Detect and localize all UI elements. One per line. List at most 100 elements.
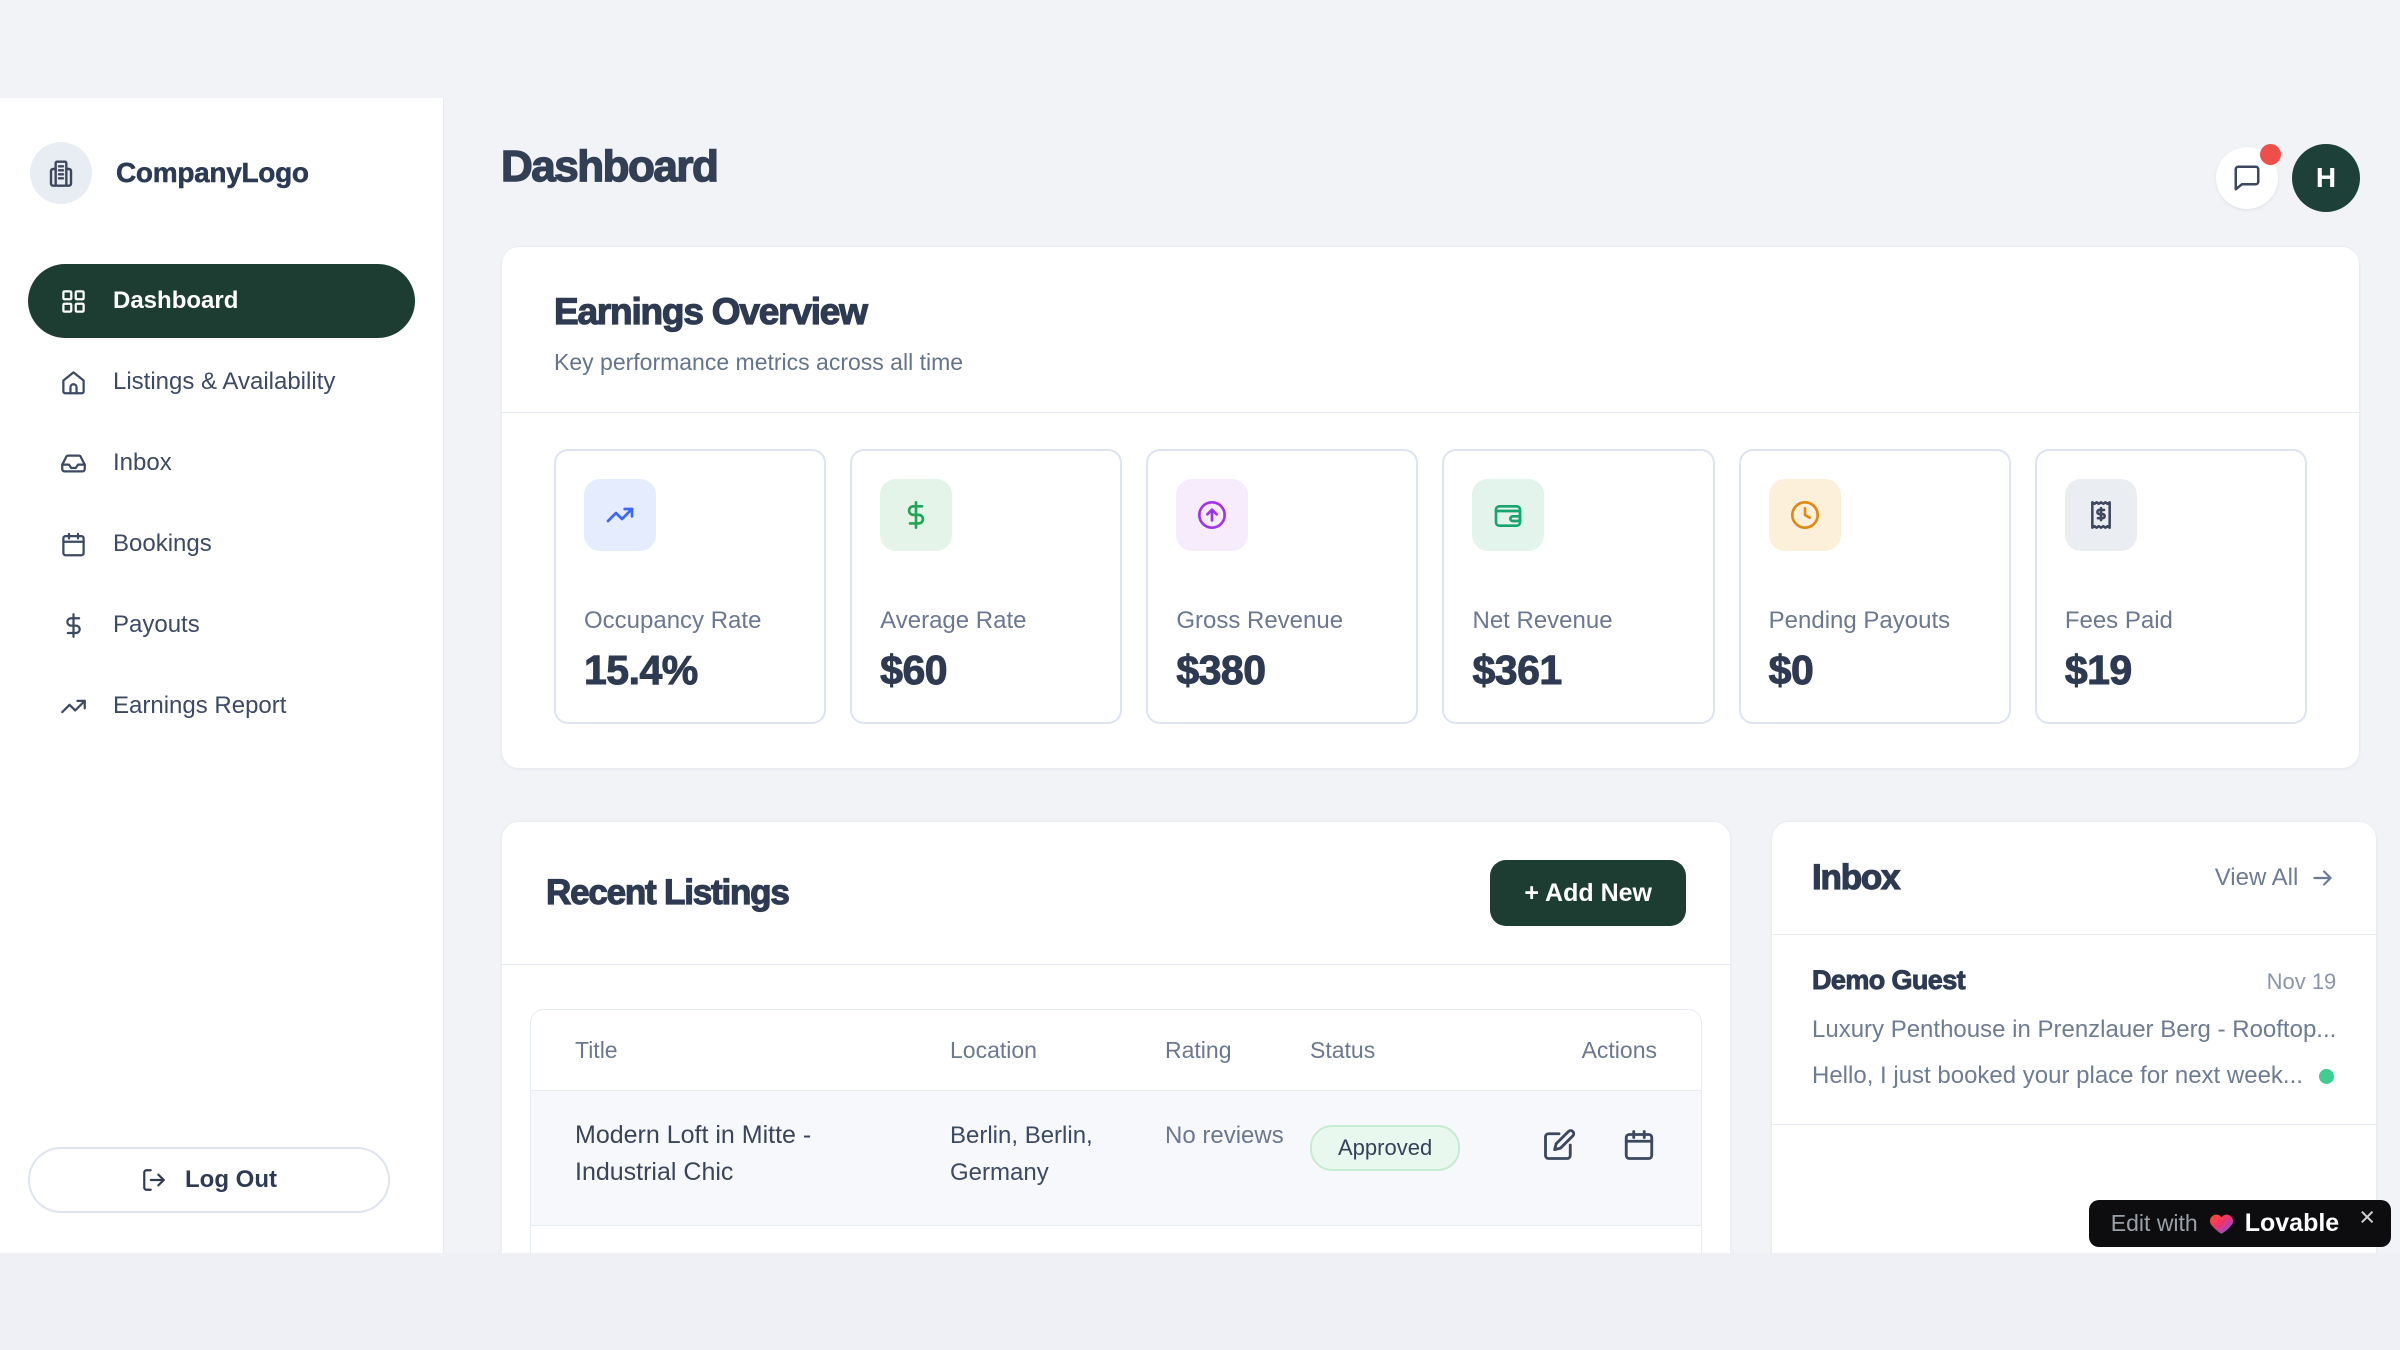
column-header-location: Location — [950, 1037, 1165, 1064]
earnings-overview-title: Earnings Overview — [554, 291, 2307, 333]
sidebar-nav: Dashboard Listings & Availability — [28, 264, 415, 743]
view-all-link[interactable]: View All — [2215, 864, 2337, 892]
page-title: Dashboard — [501, 142, 717, 192]
sidebar-item-bookings[interactable]: Bookings — [28, 507, 415, 581]
message-preview-row: Hello, I just booked your place for next… — [1812, 1062, 2336, 1090]
sidebar-item-label: Listings & Availability — [113, 368, 335, 396]
close-icon[interactable]: × — [2359, 1200, 2375, 1231]
grid-icon — [60, 288, 87, 315]
metric-gross-revenue: Gross Revenue $380 — [1146, 449, 1418, 724]
sidebar-item-payouts[interactable]: Payouts — [28, 588, 415, 662]
sidebar: CompanyLogo Dashboard — [0, 98, 444, 1253]
message-date: Nov 19 — [2267, 969, 2337, 995]
edit-with-lovable-badge[interactable]: Edit with Lovable × — [2089, 1200, 2391, 1247]
metric-value: $361 — [1472, 647, 1684, 694]
edit-pencil-icon — [1541, 1127, 1577, 1163]
metric-fees-paid: Fees Paid $19 — [2035, 449, 2307, 724]
metric-occupancy-rate: Occupancy Rate 15.4% — [554, 449, 826, 724]
sidebar-item-label: Dashboard — [113, 287, 238, 315]
chat-bubble-icon — [2232, 163, 2262, 193]
view-all-label: View All — [2215, 864, 2299, 892]
inbox-icon — [60, 450, 87, 477]
edit-listing-button[interactable] — [1541, 1127, 1577, 1163]
listing-location: Berlin, Berlin, Germany — [950, 1117, 1165, 1191]
column-header-status: Status — [1310, 1037, 1540, 1064]
chat-button[interactable] — [2216, 147, 2278, 209]
listing-status: Approved — [1310, 1117, 1540, 1171]
home-icon — [60, 369, 87, 396]
table-row — [531, 1226, 1701, 1253]
sidebar-item-label: Payouts — [113, 611, 200, 639]
badge-brand: Lovable — [2245, 1209, 2339, 1238]
bottom-row: Recent Listings + Add New Title Location… — [501, 821, 2360, 1253]
sidebar-item-label: Inbox — [113, 449, 172, 477]
lovable-heart-icon — [2208, 1210, 2235, 1237]
sidebar-item-dashboard[interactable]: Dashboard — [28, 264, 415, 338]
earnings-overview-card: Earnings Overview Key performance metric… — [501, 246, 2360, 769]
recent-listings-title: Recent Listings — [546, 873, 789, 913]
trending-up-icon — [584, 479, 656, 551]
inbox-header: Inbox View All — [1772, 822, 2376, 935]
receipt-dollar-icon — [2065, 479, 2137, 551]
metric-value: 15.4% — [584, 647, 796, 694]
metric-label: Average Rate — [880, 607, 1092, 635]
metric-label: Net Revenue — [1472, 607, 1684, 635]
metric-pending-payouts: Pending Payouts $0 — [1739, 449, 2011, 724]
logout-button[interactable]: Log Out — [28, 1147, 390, 1213]
arrow-right-icon — [2310, 865, 2336, 891]
wallet-icon — [1472, 479, 1544, 551]
unread-dot — [2319, 1069, 2334, 1084]
main-content: Dashboard H Earnings Overview — [445, 98, 2400, 1253]
avatar-initial: H — [2316, 162, 2336, 194]
add-new-button[interactable]: + Add New — [1490, 860, 1686, 926]
metric-value: $0 — [1769, 647, 1981, 694]
metric-value: $60 — [880, 647, 1092, 694]
metric-value: $19 — [2065, 647, 2277, 694]
earnings-overview-header: Earnings Overview Key performance metric… — [502, 247, 2359, 413]
sidebar-item-earnings-report[interactable]: Earnings Report — [28, 669, 415, 743]
listing-rating: No reviews — [1165, 1117, 1310, 1154]
table-row: Modern Loft in Mitte - Industrial Chic B… — [531, 1090, 1701, 1226]
listing-actions — [1541, 1117, 1657, 1163]
metric-label: Pending Payouts — [1769, 607, 1981, 635]
company-logo-text: CompanyLogo — [116, 157, 309, 189]
calendar-icon — [60, 531, 87, 558]
sidebar-item-inbox[interactable]: Inbox — [28, 426, 415, 500]
metric-label: Occupancy Rate — [584, 607, 796, 635]
clock-icon — [1769, 479, 1841, 551]
notification-dot — [2260, 144, 2281, 165]
recent-listings-header: Recent Listings + Add New — [502, 822, 1730, 965]
main-header: Dashboard H — [445, 98, 2400, 212]
calendar-icon — [1621, 1127, 1657, 1163]
metric-label: Fees Paid — [2065, 607, 2277, 635]
column-header-actions: Actions — [1582, 1037, 1657, 1064]
availability-calendar-button[interactable] — [1621, 1127, 1657, 1163]
avatar[interactable]: H — [2292, 144, 2360, 212]
message-subject: Luxury Penthouse in Prenzlauer Berg - Ro… — [1812, 1016, 2336, 1044]
sidebar-item-listings[interactable]: Listings & Availability — [28, 345, 415, 419]
recent-listings-card: Recent Listings + Add New Title Location… — [501, 821, 1731, 1253]
sidebar-item-label: Bookings — [113, 530, 212, 558]
metric-net-revenue: Net Revenue $361 — [1442, 449, 1714, 724]
list-item[interactable]: Demo Guest Nov 19 Luxury Penthouse in Pr… — [1772, 935, 2376, 1125]
earnings-overview-subtitle: Key performance metrics across all time — [554, 349, 2307, 376]
dollar-icon — [60, 612, 87, 639]
header-actions: H — [2216, 144, 2360, 212]
inbox-card: Inbox View All Demo Guest Nov 19 — [1771, 821, 2377, 1253]
column-header-title: Title — [575, 1037, 950, 1064]
message-top: Demo Guest Nov 19 — [1812, 965, 2336, 996]
metrics-grid: Occupancy Rate 15.4% Average Rate $60 — [502, 413, 2359, 768]
message-sender: Demo Guest — [1812, 965, 1965, 996]
sidebar-item-label: Earnings Report — [113, 692, 286, 720]
listings-table-header: Title Location Rating Status Actions — [531, 1010, 1701, 1090]
metric-average-rate: Average Rate $60 — [850, 449, 1122, 724]
arrow-up-circle-icon — [1176, 479, 1248, 551]
dollar-icon — [880, 479, 952, 551]
listings-table: Title Location Rating Status Actions Mod… — [530, 1009, 1702, 1253]
badge-prefix: Edit with — [2111, 1210, 2198, 1237]
company-logo-icon — [30, 142, 92, 204]
metric-value: $380 — [1176, 647, 1388, 694]
message-preview: Hello, I just booked your place for next… — [1812, 1062, 2303, 1090]
column-header-rating: Rating — [1165, 1037, 1310, 1064]
trending-up-icon — [60, 693, 87, 720]
